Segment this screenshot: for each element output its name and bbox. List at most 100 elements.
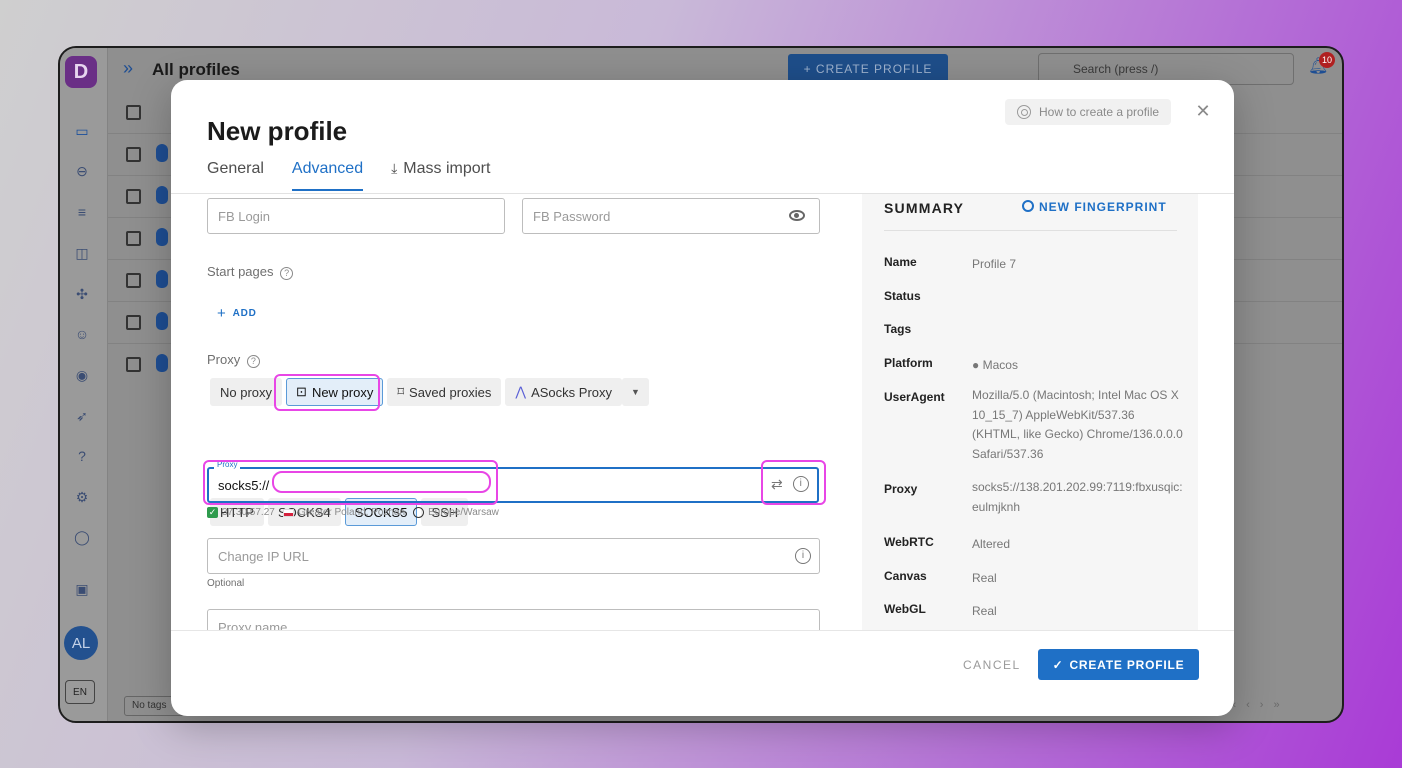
asocks-proxy-button[interactable]: ⋀ ASocks Proxy	[505, 378, 623, 406]
wallet-icon[interactable]: ▣	[73, 580, 91, 598]
proxy-timezone: Europe/Warsaw	[428, 507, 499, 518]
api-icon[interactable]: ◉	[73, 366, 91, 384]
apple-icon: ●	[972, 358, 983, 372]
language-button[interactable]: EN	[65, 680, 95, 704]
proxy-name-field[interactable]: Proxy name	[207, 609, 820, 630]
summary-value: Profile 7	[972, 257, 1017, 271]
expand-sidebar-icon[interactable]: »	[123, 58, 133, 79]
create-profile-label: CREATE PROFILE	[1069, 657, 1185, 672]
info-icon[interactable]: i	[795, 548, 811, 564]
close-icon[interactable]: ✕	[1193, 101, 1213, 121]
summary-divider	[884, 230, 1177, 231]
summary-panel: SUMMARY NEW FINGERPRINT Name Profile 7 St…	[862, 194, 1198, 630]
summary-key: Canvas	[884, 569, 927, 583]
automation-icon[interactable]: ≡	[73, 203, 91, 221]
proxy-location: Greater Poland, Poznan	[297, 507, 406, 518]
bulb-icon[interactable]: ◯	[73, 528, 91, 546]
fb-password-field[interactable]: FB Password	[522, 198, 820, 234]
apple-icon	[156, 144, 168, 162]
tab-mass-import[interactable]: ⤓ Mass import	[391, 160, 490, 190]
flag-icon	[282, 508, 294, 517]
apple-icon	[156, 354, 168, 372]
proxy-field-legend: Proxy	[214, 460, 241, 469]
proxy-ip: 37.30.57.27	[222, 507, 275, 518]
summary-value: Real	[972, 571, 997, 585]
apple-icon	[156, 270, 168, 288]
bookmark-icon: ⌑	[397, 384, 405, 399]
summary-value: Real	[972, 604, 997, 618]
asocks-dropdown-button[interactable]: ▼	[622, 378, 649, 406]
question-icon[interactable]: ?	[280, 267, 294, 280]
add-start-page-button[interactable]: + ADD	[217, 305, 257, 322]
app-sidebar: D ▭ ⊖ ≡ ◫ ✣ ☺ ◉ ➶ ? ⚙ ◯ ▣ AL EN	[60, 48, 108, 721]
apple-icon	[156, 228, 168, 246]
start-pages-label: Start pages ?	[207, 264, 294, 280]
new-proxy-icon: ⊡	[296, 384, 307, 399]
tab-label: Mass import	[403, 160, 491, 177]
proxy-input[interactable]: socks5://	[207, 467, 819, 503]
new-fingerprint-label: NEW FINGERPRINT	[1039, 200, 1167, 214]
fb-password-placeholder: FB Password	[533, 209, 611, 224]
change-ip-placeholder: Change IP URL	[218, 549, 309, 564]
summary-key: WebGL	[884, 602, 926, 616]
start-pages-text: Start pages	[207, 264, 274, 279]
proxy-section-label: Proxy ?	[207, 352, 260, 368]
cancel-button[interactable]: CANCEL	[963, 658, 1021, 672]
eye-icon[interactable]	[789, 210, 805, 221]
summary-key: Proxy	[884, 482, 918, 496]
check-icon: ✓	[207, 507, 218, 518]
caret-down-icon: ▼	[631, 387, 640, 397]
settings-icon[interactable]: ⚙	[73, 488, 91, 506]
app-logo: D	[65, 56, 97, 88]
summary-title: SUMMARY	[884, 200, 965, 216]
row-checkbox[interactable]	[126, 231, 141, 246]
new-proxy-label: New proxy	[311, 384, 374, 400]
select-all-checkbox[interactable]	[126, 105, 141, 120]
row-checkbox[interactable]	[126, 273, 141, 288]
question-icon[interactable]: ?	[246, 355, 260, 368]
swap-icon[interactable]: ⇄	[771, 476, 783, 493]
asocks-label: ASocks Proxy	[531, 384, 613, 400]
tab-label: Advanced	[291, 160, 364, 177]
new-fingerprint-button[interactable]: NEW FINGERPRINT	[1022, 200, 1167, 214]
users-icon[interactable]: ☺	[73, 325, 91, 343]
fingerprint-icon	[1022, 200, 1034, 212]
summary-key: Platform	[884, 356, 933, 370]
no-proxy-label: No proxy	[220, 384, 273, 400]
tab-advanced[interactable]: Advanced	[291, 160, 364, 191]
plus-icon: +	[217, 305, 227, 322]
tab-general[interactable]: General	[207, 160, 264, 190]
change-ip-url-field[interactable]: Change IP URL i	[207, 538, 820, 574]
proxy-mode-group: No proxy ⊡ New proxy ⌑ Saved proxies ⋀ ASoc…	[210, 378, 653, 408]
asocks-logo-icon: ⋀	[515, 384, 527, 399]
summary-key: UserAgent	[884, 390, 945, 404]
pagination[interactable]: «‹›»	[1230, 699, 1290, 711]
saved-proxies-button[interactable]: ⌑ Saved proxies	[387, 378, 502, 406]
info-icon[interactable]: i	[792, 476, 809, 492]
extensions-icon[interactable]: ✣	[73, 285, 91, 303]
no-proxy-button[interactable]: No proxy	[210, 378, 283, 406]
summary-key: WebRTC	[884, 535, 934, 549]
row-checkbox[interactable]	[126, 315, 141, 330]
row-checkbox[interactable]	[126, 189, 141, 204]
copy-icon[interactable]: ◫	[73, 244, 91, 262]
how-to-button[interactable]: How to create a profile	[1005, 99, 1172, 125]
dialog-title: New profile	[207, 116, 348, 146]
page-title: All profiles	[152, 60, 240, 79]
link-icon[interactable]: ⊖	[73, 162, 91, 180]
help-icon[interactable]: ?	[73, 447, 91, 465]
create-profile-button[interactable]: ✓ CREATE PROFILE	[1038, 649, 1199, 680]
summary-value: Mozilla/5.0 (Macintosh; Intel Mac OS X 1…	[972, 388, 1183, 461]
avatar[interactable]: AL	[64, 626, 98, 660]
row-checkbox[interactable]	[126, 357, 141, 372]
fb-login-field[interactable]: FB Login	[207, 198, 505, 234]
rocket-icon[interactable]: ➶	[73, 407, 91, 425]
summary-key: Tags	[884, 322, 912, 336]
profiles-icon[interactable]: ▭	[73, 122, 91, 140]
new-proxy-button[interactable]: ⊡ New proxy	[286, 378, 384, 406]
proxy-field-actions: ⇄ i	[771, 476, 809, 493]
proxy-label-text: Proxy	[207, 352, 241, 367]
new-profile-dialog: New profile How to create a profile ✕ Ge…	[171, 80, 1234, 716]
apple-icon	[156, 186, 168, 204]
row-checkbox[interactable]	[126, 147, 141, 162]
